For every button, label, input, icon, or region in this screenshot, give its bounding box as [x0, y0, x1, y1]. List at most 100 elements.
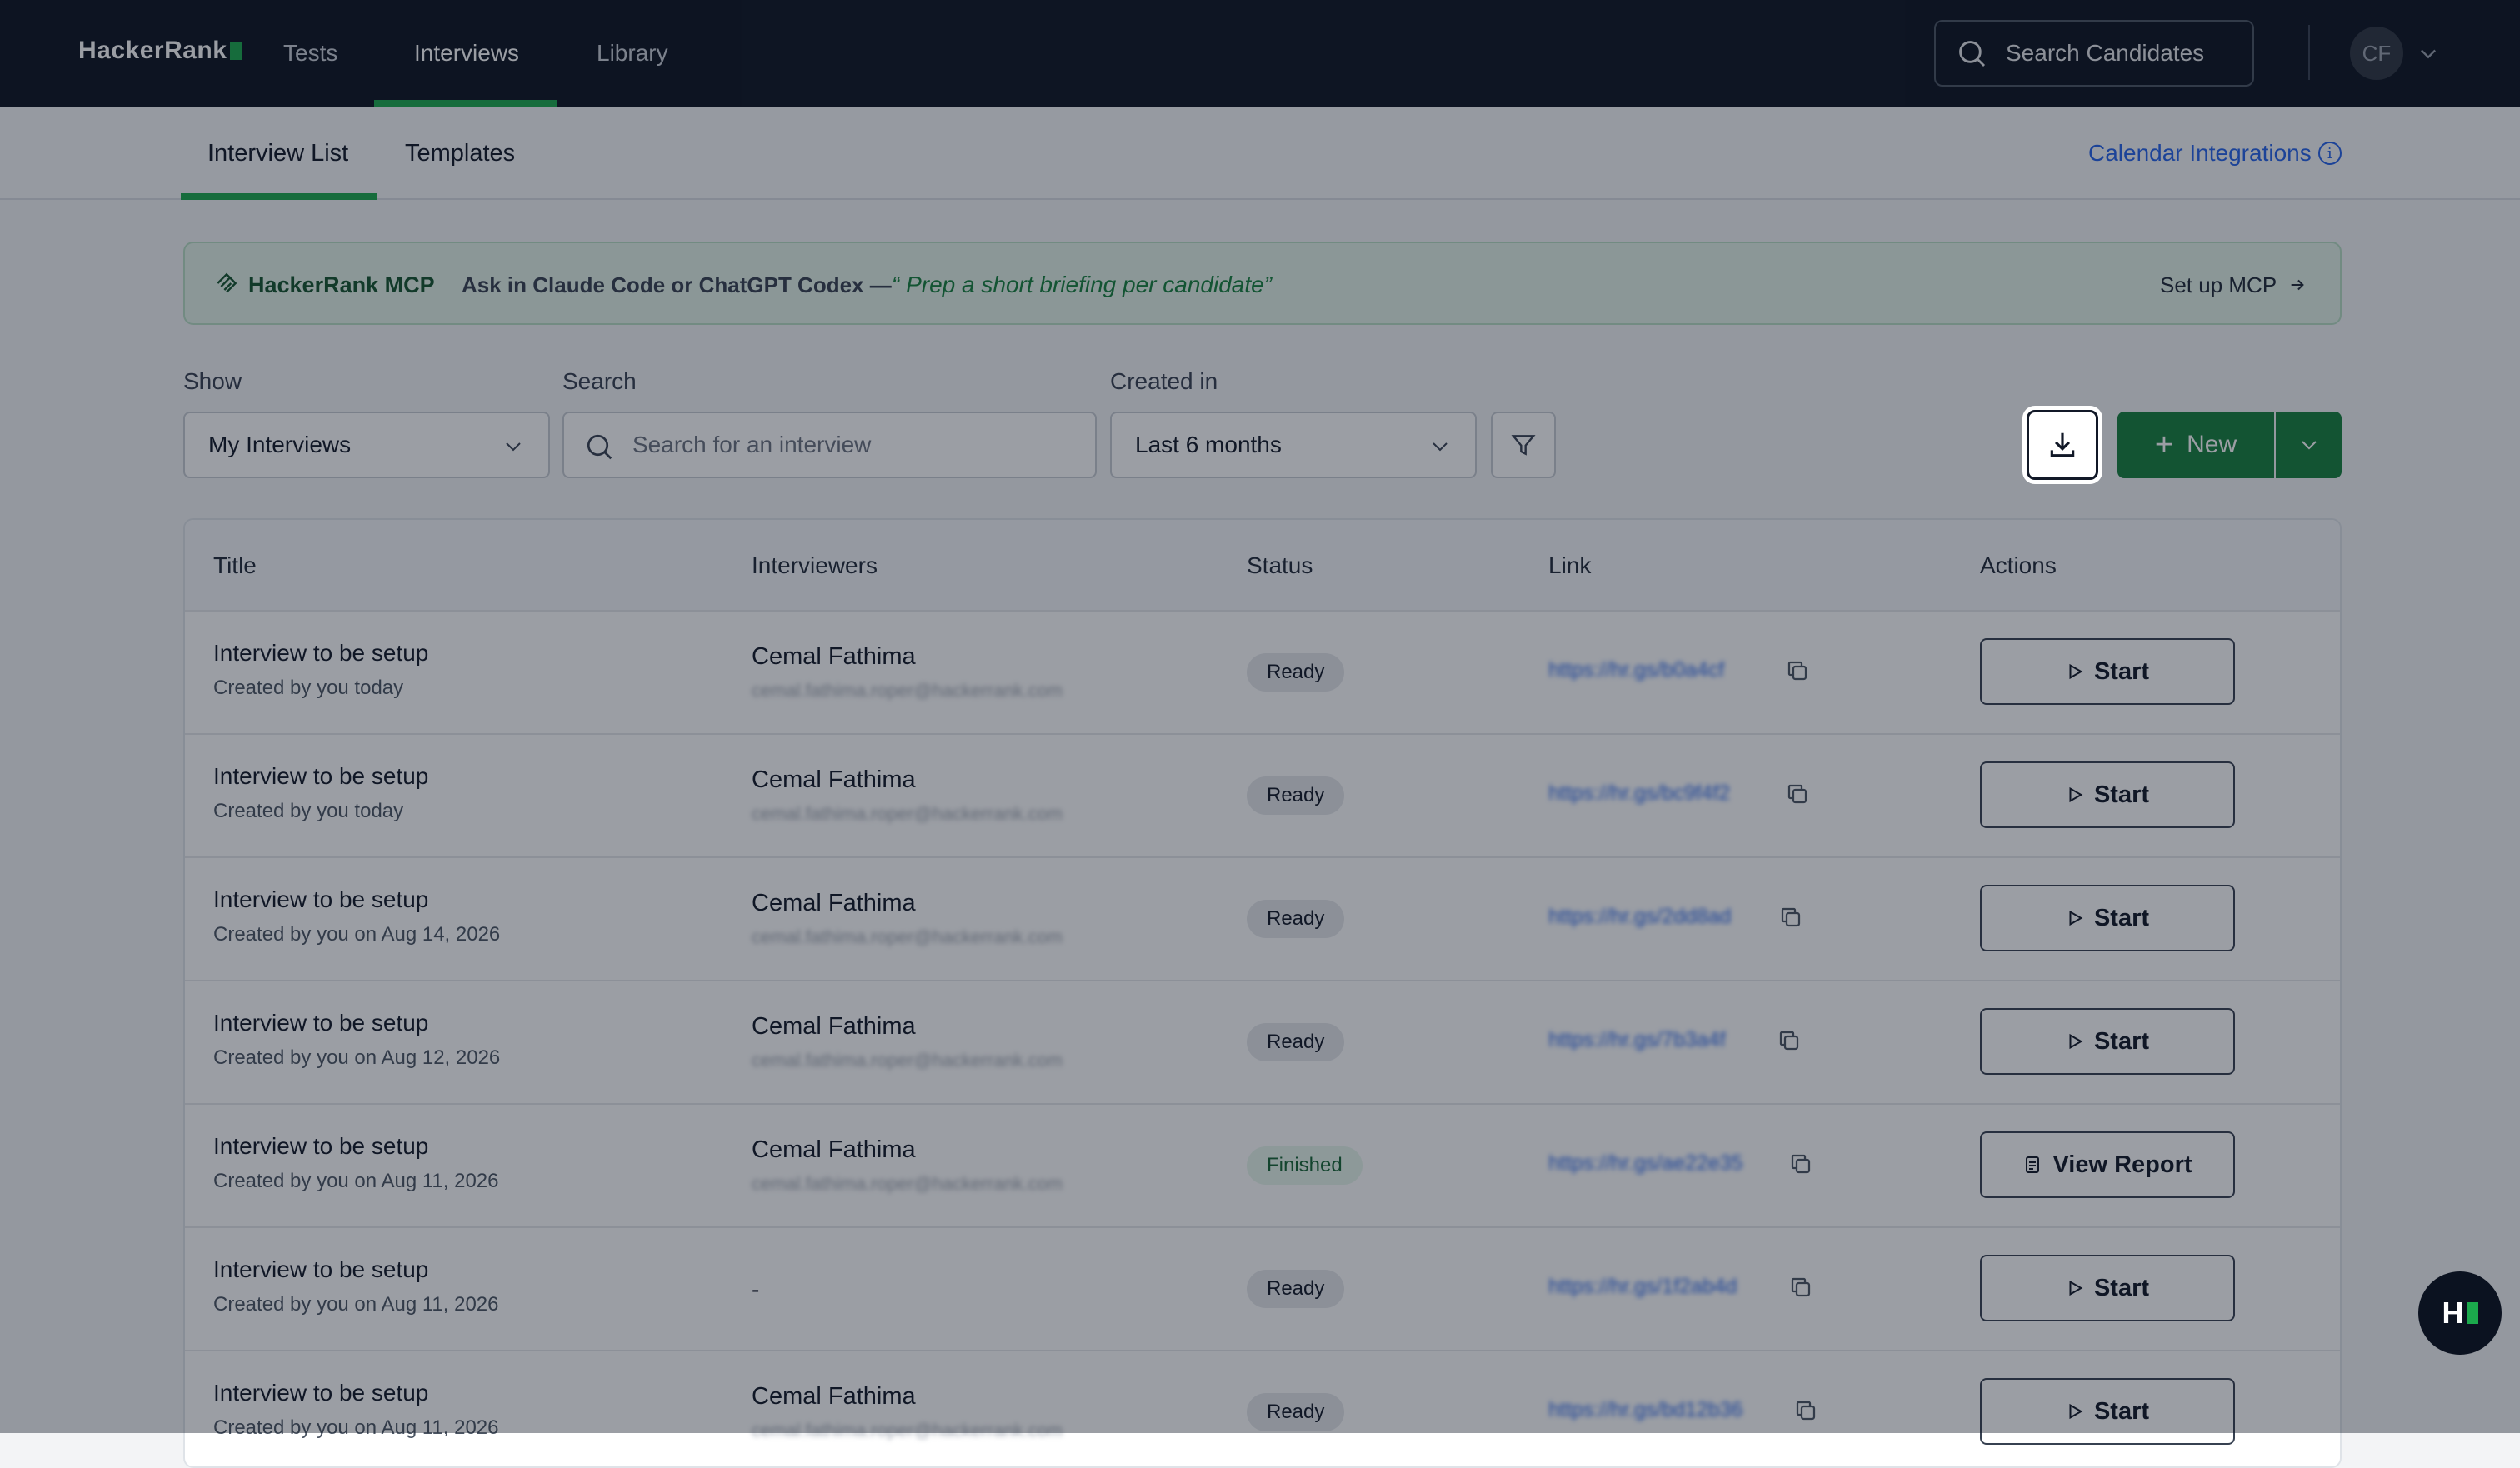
play-icon [2069, 910, 2083, 926]
chevron-down-icon [506, 442, 521, 452]
hackerrank-logo[interactable]: HackerRank [78, 37, 242, 65]
table-row[interactable]: Interview to be setup Created by you on … [185, 1228, 2340, 1351]
sub-navigation: Interview List Templates Calendar Integr… [0, 107, 2520, 200]
interview-link[interactable]: https://hr.gs/1f2ab4d [1548, 1275, 1738, 1299]
copy-icon[interactable] [1785, 781, 1810, 806]
column-header-actions: Actions [1980, 552, 2057, 578]
new-interview-label: New [2187, 431, 2238, 458]
search-candidates-label: Search Candidates [2006, 40, 2205, 66]
interview-title[interactable]: Interview to be setup [213, 640, 428, 667]
new-interview-button[interactable]: + New [2118, 412, 2274, 478]
table-row[interactable]: Interview to be setup Created by you on … [185, 981, 2340, 1105]
interviewer-name: Cemal Fathima [752, 766, 916, 793]
interview-title[interactable]: Interview to be setup [213, 1380, 428, 1406]
mcp-icon [217, 272, 238, 293]
play-icon [2069, 786, 2083, 803]
start-interview-button[interactable]: Start [1980, 638, 2235, 705]
copy-icon[interactable] [1777, 1028, 1802, 1053]
interview-created: Created by you today [213, 800, 404, 822]
table-row[interactable]: Interview to be setup Created by you tod… [185, 612, 2340, 735]
search-candidates-button[interactable]: Search Candidates [1934, 20, 2254, 87]
nav-divider [2308, 25, 2310, 80]
logo-mark-icon [230, 42, 242, 60]
tab-interview-list[interactable]: Interview List [208, 107, 348, 200]
show-label: Show [183, 368, 242, 394]
download-button[interactable] [2027, 410, 2098, 480]
action-label: Start [2093, 1397, 2150, 1425]
nav-link-library[interactable]: Library [597, 0, 668, 107]
interview-title[interactable]: Interview to be setup [213, 1010, 428, 1036]
nav-link-interviews[interactable]: Interviews [414, 0, 519, 107]
interview-search-input[interactable] [631, 431, 1095, 459]
interview-title[interactable]: Interview to be setup [213, 763, 428, 790]
active-tab-indicator [181, 193, 378, 200]
created-in-dropdown[interactable]: Last 6 months [1110, 412, 1477, 478]
search-icon [587, 434, 612, 460]
calendar-integrations-label: Calendar Integrations [2088, 140, 2312, 166]
show-dropdown[interactable]: My Interviews [183, 412, 550, 478]
search-label: Search [562, 368, 637, 394]
interview-title[interactable]: Interview to be setup [213, 1256, 428, 1283]
table-row[interactable]: Interview to be setup Created by you on … [185, 858, 2340, 981]
interview-created: Created by you on Aug 14, 2026 [213, 923, 501, 946]
fab-label: H [2442, 1296, 2464, 1330]
start-interview-button[interactable]: Start [1980, 1255, 2235, 1321]
report-icon [2026, 1156, 2040, 1173]
table-row[interactable]: Interview to be setup Created by you on … [185, 1105, 2340, 1228]
action-label: View Report [2052, 1151, 2192, 1178]
status-badge: Finished [1247, 1146, 1362, 1185]
avatar[interactable]: CF [2350, 27, 2403, 80]
start-interview-button[interactable]: Start [1980, 1378, 2235, 1445]
filter-button[interactable] [1491, 412, 1556, 478]
tab-templates[interactable]: Templates [405, 107, 515, 200]
interview-created: Created by you on Aug 11, 2026 [213, 1416, 499, 1439]
mcp-example-prompt: “ Prep a short briefing per candidate” [892, 272, 1272, 297]
nav-link-tests[interactable]: Tests [283, 0, 338, 107]
view-report-button[interactable]: View Report [1980, 1131, 2235, 1198]
interviewer-name: Cemal Fathima [752, 1136, 916, 1163]
interviewer-email: cemal.fathima.roper@hackerrank.com [752, 1420, 1063, 1441]
column-header-interviewers: Interviewers [752, 552, 878, 578]
play-icon [2069, 663, 2083, 680]
interview-search-field [562, 412, 1097, 478]
interview-link[interactable]: https://hr.gs/bd12b36 [1548, 1398, 1743, 1422]
interviewer-email: cemal.fathima.roper@hackerrank.com [752, 803, 1063, 824]
created-in-label: Created in [1110, 368, 1218, 394]
status-badge: Ready [1247, 1393, 1345, 1431]
copy-icon[interactable] [1778, 905, 1803, 930]
interviewer-name: Cemal Fathima [752, 1383, 916, 1410]
interviewer-email: cemal.fathima.roper@hackerrank.com [752, 1173, 1063, 1194]
set-up-mcp-link[interactable]: Set up MCP [2160, 243, 2307, 327]
calendar-integrations-link[interactable]: Calendar Integrations i [2088, 107, 2342, 200]
copy-icon[interactable] [1785, 658, 1810, 683]
copy-icon[interactable] [1793, 1398, 1818, 1423]
fab-mark-icon [2466, 1302, 2478, 1324]
table-row[interactable]: Interview to be setup Created by you on … [185, 1351, 2340, 1466]
table-row[interactable]: Interview to be setup Created by you tod… [185, 735, 2340, 858]
start-interview-button[interactable]: Start [1980, 761, 2235, 828]
start-interview-button[interactable]: Start [1980, 1008, 2235, 1075]
interview-link[interactable]: https://hr.gs/bc9f4f2 [1548, 781, 1730, 806]
play-icon [2069, 1280, 2083, 1296]
interview-link[interactable]: https://hr.gs/ae22e35 [1548, 1151, 1743, 1176]
logo-text: HackerRank [78, 37, 228, 64]
interview-title[interactable]: Interview to be setup [213, 886, 428, 913]
interview-link[interactable]: https://hr.gs/7b3a4f [1548, 1028, 1726, 1052]
interview-link[interactable]: https://hr.gs/b0a4cf [1548, 658, 1724, 682]
action-label: Start [2093, 1027, 2150, 1055]
mcp-title: HackerRank MCP [248, 272, 435, 297]
interview-link[interactable]: https://hr.gs/2dd8ad [1548, 905, 1732, 929]
help-chat-button[interactable]: H [2418, 1271, 2502, 1355]
interview-title[interactable]: Interview to be setup [213, 1133, 428, 1160]
interviewer-name: Cemal Fathima [752, 643, 916, 670]
mcp-banner: HackerRank MCP Ask in Claude Code or Cha… [183, 242, 2342, 325]
show-dropdown-value: My Interviews [208, 432, 352, 457]
start-interview-button[interactable]: Start [1980, 885, 2235, 951]
chevron-down-icon[interactable] [2417, 42, 2440, 65]
copy-icon[interactable] [1788, 1151, 1813, 1176]
interview-created: Created by you today [213, 677, 404, 699]
copy-icon[interactable] [1788, 1275, 1813, 1300]
new-options-dropdown-button[interactable] [2276, 412, 2342, 478]
interviewer-name: Cemal Fathima [752, 890, 916, 916]
search-icon [1959, 41, 1986, 67]
